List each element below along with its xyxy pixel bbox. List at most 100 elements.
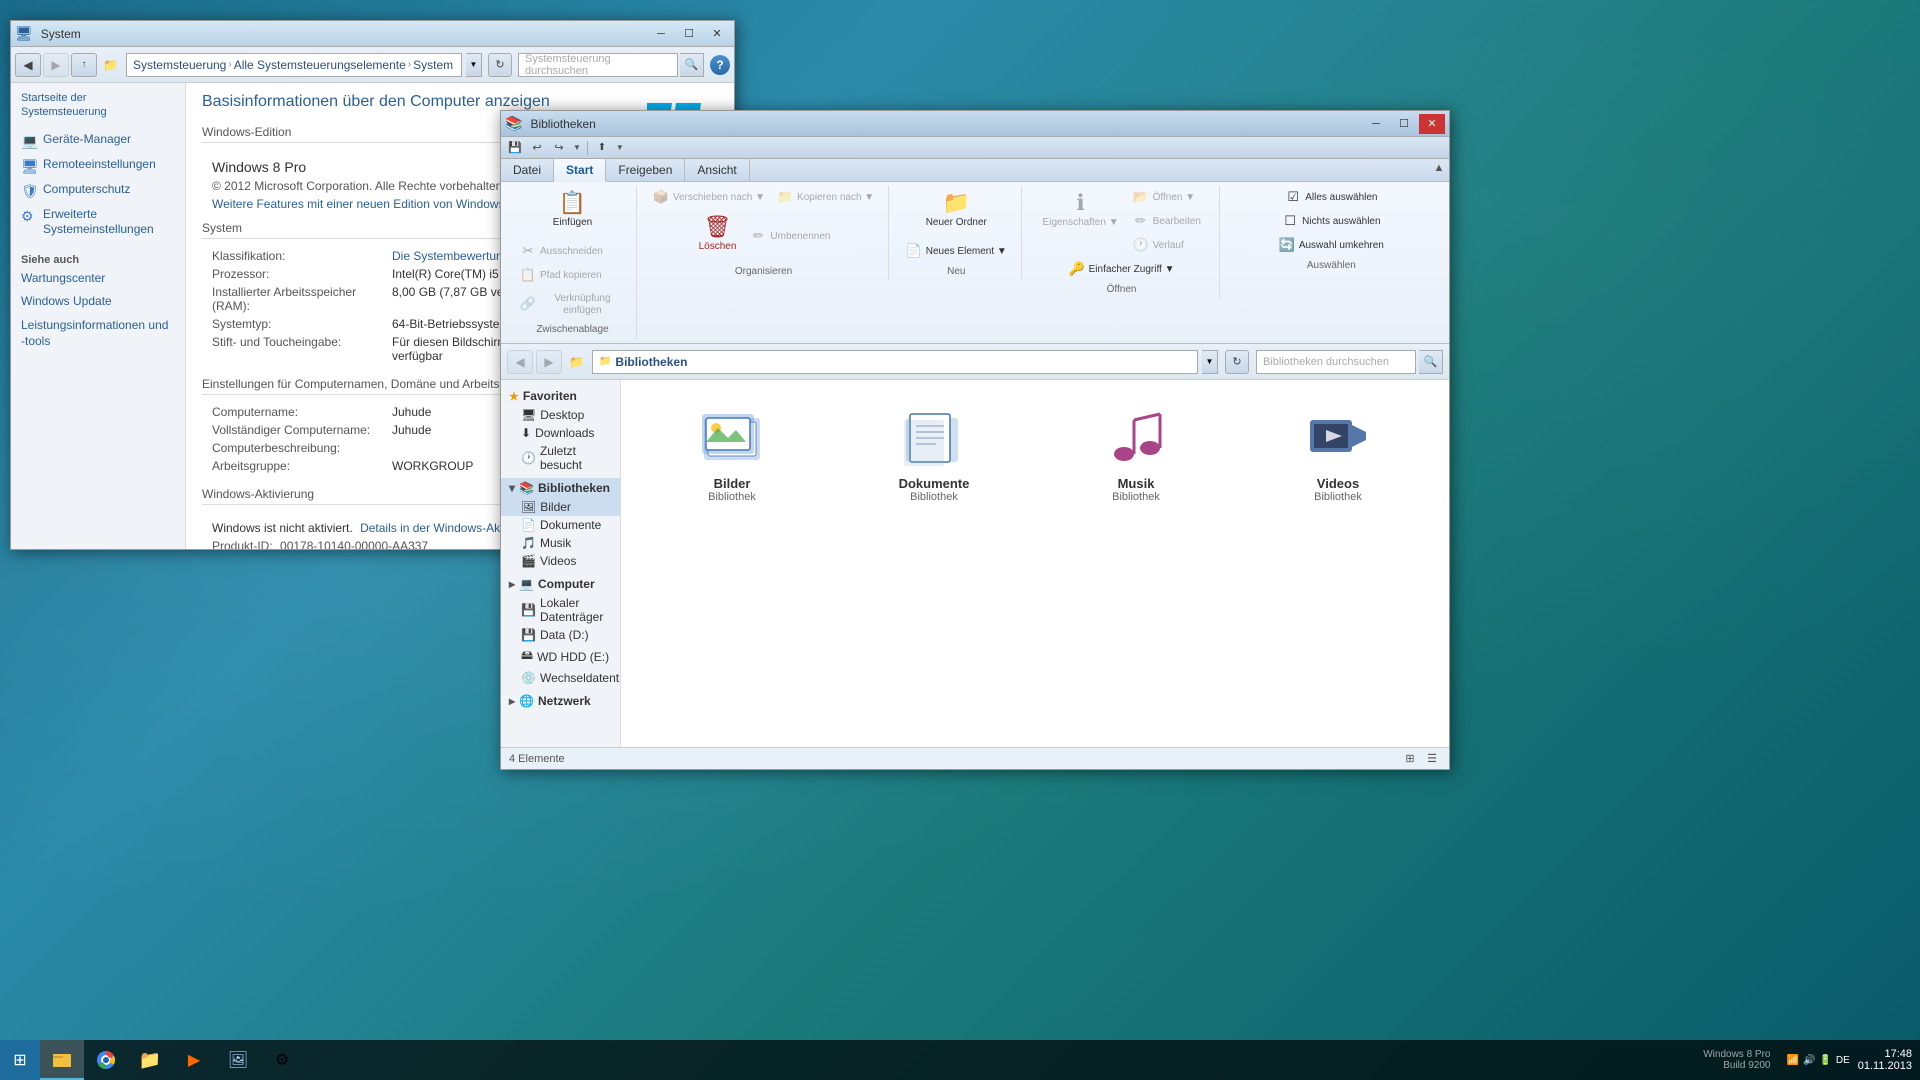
ribbon-select-none-button[interactable]: ☐ Nichts auswählen <box>1277 210 1385 232</box>
sidebar-item-protection[interactable]: 🛡 Computerschutz <box>21 182 175 199</box>
lib-search-bar[interactable]: Bibliotheken durchsuchen <box>1256 350 1416 374</box>
system-refresh-button[interactable]: ↻ <box>488 53 512 77</box>
sidebar-item-dokumente[interactable]: 📄 Dokumente <box>501 516 620 534</box>
libraries-minimize-button[interactable]: ─ <box>1363 114 1389 134</box>
ribbon-copy-button[interactable]: 📁 Kopieren nach ▼ <box>772 186 879 208</box>
system-back-button[interactable]: ◀ <box>15 53 41 77</box>
qa-save-button[interactable]: 💾 <box>505 139 525 157</box>
sidebar-home-link[interactable]: Startseite der Systemsteuerung <box>21 91 175 120</box>
qa-dropdown-button[interactable]: ▼ <box>571 143 583 152</box>
taskbar-media[interactable]: ▶ <box>172 1040 216 1080</box>
taskbar-app5[interactable]: 🖼 <box>216 1040 260 1080</box>
system-minimize-button[interactable]: ─ <box>648 24 674 44</box>
dokumente-name: Dokumente <box>899 476 970 491</box>
taskbar-clock[interactable]: 17:48 01.11.2013 <box>1858 1048 1912 1072</box>
system-search-bar[interactable]: Systemsteuerung durchsuchen <box>518 53 678 77</box>
libraries-header[interactable]: ▾ 📚 Bibliotheken <box>501 478 620 498</box>
qa-undo-button[interactable]: ↩ <box>527 139 547 157</box>
sidebar-item-videos[interactable]: 🎬 Videos <box>501 552 620 570</box>
ribbon-collapse-button[interactable]: ▲ <box>1429 159 1449 177</box>
ribbon: Datei Start Freigeben Ansicht ▲ 📋 Einfüg… <box>501 159 1449 344</box>
volume-tray-icon[interactable]: 🔊 <box>1803 1055 1815 1066</box>
view-list-button[interactable]: ☰ <box>1423 750 1441 768</box>
ribbon-tab-freigeben[interactable]: Freigeben <box>606 159 685 181</box>
ribbon-open-buttons: ℹ Eigenschaften ▼ 📂 Öffnen ▼ ✏ Bearbeite… <box>1030 186 1212 280</box>
sidebar-item-remote[interactable]: 🖥 Remoteeinstellungen <box>21 157 175 174</box>
sidebar-item-performance[interactable]: Leistungsinformationen und -tools <box>21 318 175 349</box>
taskbar-explorer2[interactable]: 📁 <box>128 1040 172 1080</box>
system-search-button[interactable]: 🔍 <box>680 53 704 77</box>
ribbon-paste-button[interactable]: 📋 Einfügen <box>546 186 599 238</box>
ribbon-cut-button[interactable]: ✂ Ausschneiden <box>515 240 630 262</box>
battery-tray-icon[interactable]: 🔋 <box>1819 1055 1831 1066</box>
lib-refresh-button[interactable]: ↻ <box>1225 350 1249 374</box>
taskbar-chrome[interactable] <box>84 1040 128 1080</box>
qa-up-button[interactable]: ⬆ <box>592 139 612 157</box>
qa-up-dropdown[interactable]: ▼ <box>614 143 626 152</box>
sidebar-item-downloads[interactable]: ⬇ Downloads <box>501 424 620 442</box>
ribbon-copy-path-button[interactable]: 📋 Pfad kopieren <box>515 264 630 286</box>
ribbon-new-item-button[interactable]: 📄 Neues Element ▼ <box>901 240 1012 262</box>
libraries-maximize-button[interactable]: ☐ <box>1391 114 1417 134</box>
start-icon: ⊞ <box>13 1050 26 1070</box>
ribbon-rename-button[interactable]: ✏ Umbenennen <box>745 210 835 262</box>
ribbon-open-button[interactable]: 📂 Öffnen ▼ <box>1128 186 1208 208</box>
ribbon-easy-access-button[interactable]: 🔑 Einfacher Zugriff ▼ <box>1064 258 1180 280</box>
lib-address-bar[interactable]: 📁 Bibliotheken <box>592 350 1198 374</box>
sidebar-item-desktop[interactable]: 🖥 Desktop <box>501 406 620 424</box>
system-maximize-button[interactable]: ☐ <box>676 24 702 44</box>
system-close-button[interactable]: ✕ <box>704 24 730 44</box>
ribbon-tab-datei[interactable]: Datei <box>501 159 554 181</box>
qa-redo-button[interactable]: ↪ <box>549 139 569 157</box>
ribbon-edit-button[interactable]: ✏ Bearbeiten <box>1128 210 1208 232</box>
copy-icon: 📁 <box>777 189 793 205</box>
libraries-close-button[interactable]: ✕ <box>1419 114 1445 134</box>
taskbar-file-explorer[interactable] <box>40 1040 84 1080</box>
sidebar-item-data-drive[interactable]: 💾 Data (D:) <box>501 626 620 644</box>
network-header[interactable]: ▸ 🌐 Netzwerk <box>501 691 620 711</box>
vollstaendiger-name-label: Vollständiger Computername: <box>212 423 392 437</box>
language-tray[interactable]: DE <box>1836 1055 1850 1066</box>
list-item[interactable]: Dokumente Bibliothek <box>843 396 1025 511</box>
sidebar-item-removable[interactable]: 💿 Wechseldatenträger <box>501 669 620 687</box>
sidebar-item-recent[interactable]: 🕐 Zuletzt besucht <box>501 442 620 474</box>
system-up-button[interactable]: ↑ <box>71 53 97 77</box>
system-help-button[interactable]: ? <box>710 55 730 75</box>
list-item[interactable]: Musik Bibliothek <box>1045 396 1227 511</box>
sidebar-item-wd-hdd[interactable]: 🖴 WD HDD (E:) <box>501 644 620 669</box>
start-button[interactable]: ⊞ <box>0 1040 40 1080</box>
sidebar-item-local-drive[interactable]: 💾 Lokaler Datenträger <box>501 594 620 626</box>
ribbon-new-folder-button[interactable]: 📁 Neuer Ordner <box>919 186 994 238</box>
system-address-bar[interactable]: Systemsteuerung › Alle Systemsteuerungse… <box>126 53 462 77</box>
ribbon-paste-shortcut-button[interactable]: 🔗 Verknüpfung einfügen <box>515 288 630 320</box>
ribbon-tab-start[interactable]: Start <box>554 159 606 182</box>
list-item[interactable]: Videos Bibliothek <box>1247 396 1429 511</box>
ribbon-tab-ansicht[interactable]: Ansicht <box>685 159 749 181</box>
sidebar-item-device-manager[interactable]: 💻 Geräte-Manager <box>21 132 175 149</box>
lib-search-button[interactable]: 🔍 <box>1419 350 1443 374</box>
lib-address-dropdown[interactable]: ▼ <box>1202 350 1218 374</box>
address-dropdown-button[interactable]: ▼ <box>466 53 482 77</box>
lib-forward-button[interactable]: ▶ <box>536 350 562 374</box>
favorites-header[interactable]: ★ Favoriten <box>501 386 620 406</box>
sidebar-item-windows-update[interactable]: Windows Update <box>21 294 175 310</box>
sidebar-item-musik[interactable]: 🎵 Musik <box>501 534 620 552</box>
list-item[interactable]: Bilder Bibliothek <box>641 396 823 511</box>
musik-label: Musik <box>540 536 571 550</box>
network-tray-icon[interactable]: 📶 <box>1786 1055 1798 1066</box>
view-large-icons-button[interactable]: ⊞ <box>1401 750 1419 768</box>
ribbon-history-button[interactable]: 🕐 Verlauf <box>1128 234 1208 256</box>
lib-back-button[interactable]: ◀ <box>507 350 533 374</box>
ribbon-move-button[interactable]: 📦 Verschieben nach ▼ <box>648 186 770 208</box>
sidebar-item-advanced[interactable]: ⚙ Erweiterte Systemeinstellungen <box>21 207 175 238</box>
computer-header[interactable]: ▸ 💻 Computer <box>501 574 620 594</box>
taskbar-settings[interactable]: ⚙ <box>260 1040 304 1080</box>
ribbon-delete-button[interactable]: 🗑 Löschen <box>692 210 744 262</box>
system-forward-button[interactable]: ▶ <box>43 53 69 77</box>
ribbon-properties-button[interactable]: ℹ Eigenschaften ▼ <box>1036 186 1126 256</box>
sidebar-item-wartung[interactable]: Wartungscenter <box>21 271 175 287</box>
system-nav: ◀ ▶ ↑ 📁 Systemsteuerung › Alle Systemste… <box>11 47 734 83</box>
sidebar-item-bilder[interactable]: 🖼 Bilder <box>501 498 620 516</box>
ribbon-select-all-button[interactable]: ☑ Alles auswählen <box>1280 186 1382 208</box>
ribbon-invert-button[interactable]: 🔄 Auswahl umkehren <box>1274 234 1389 256</box>
